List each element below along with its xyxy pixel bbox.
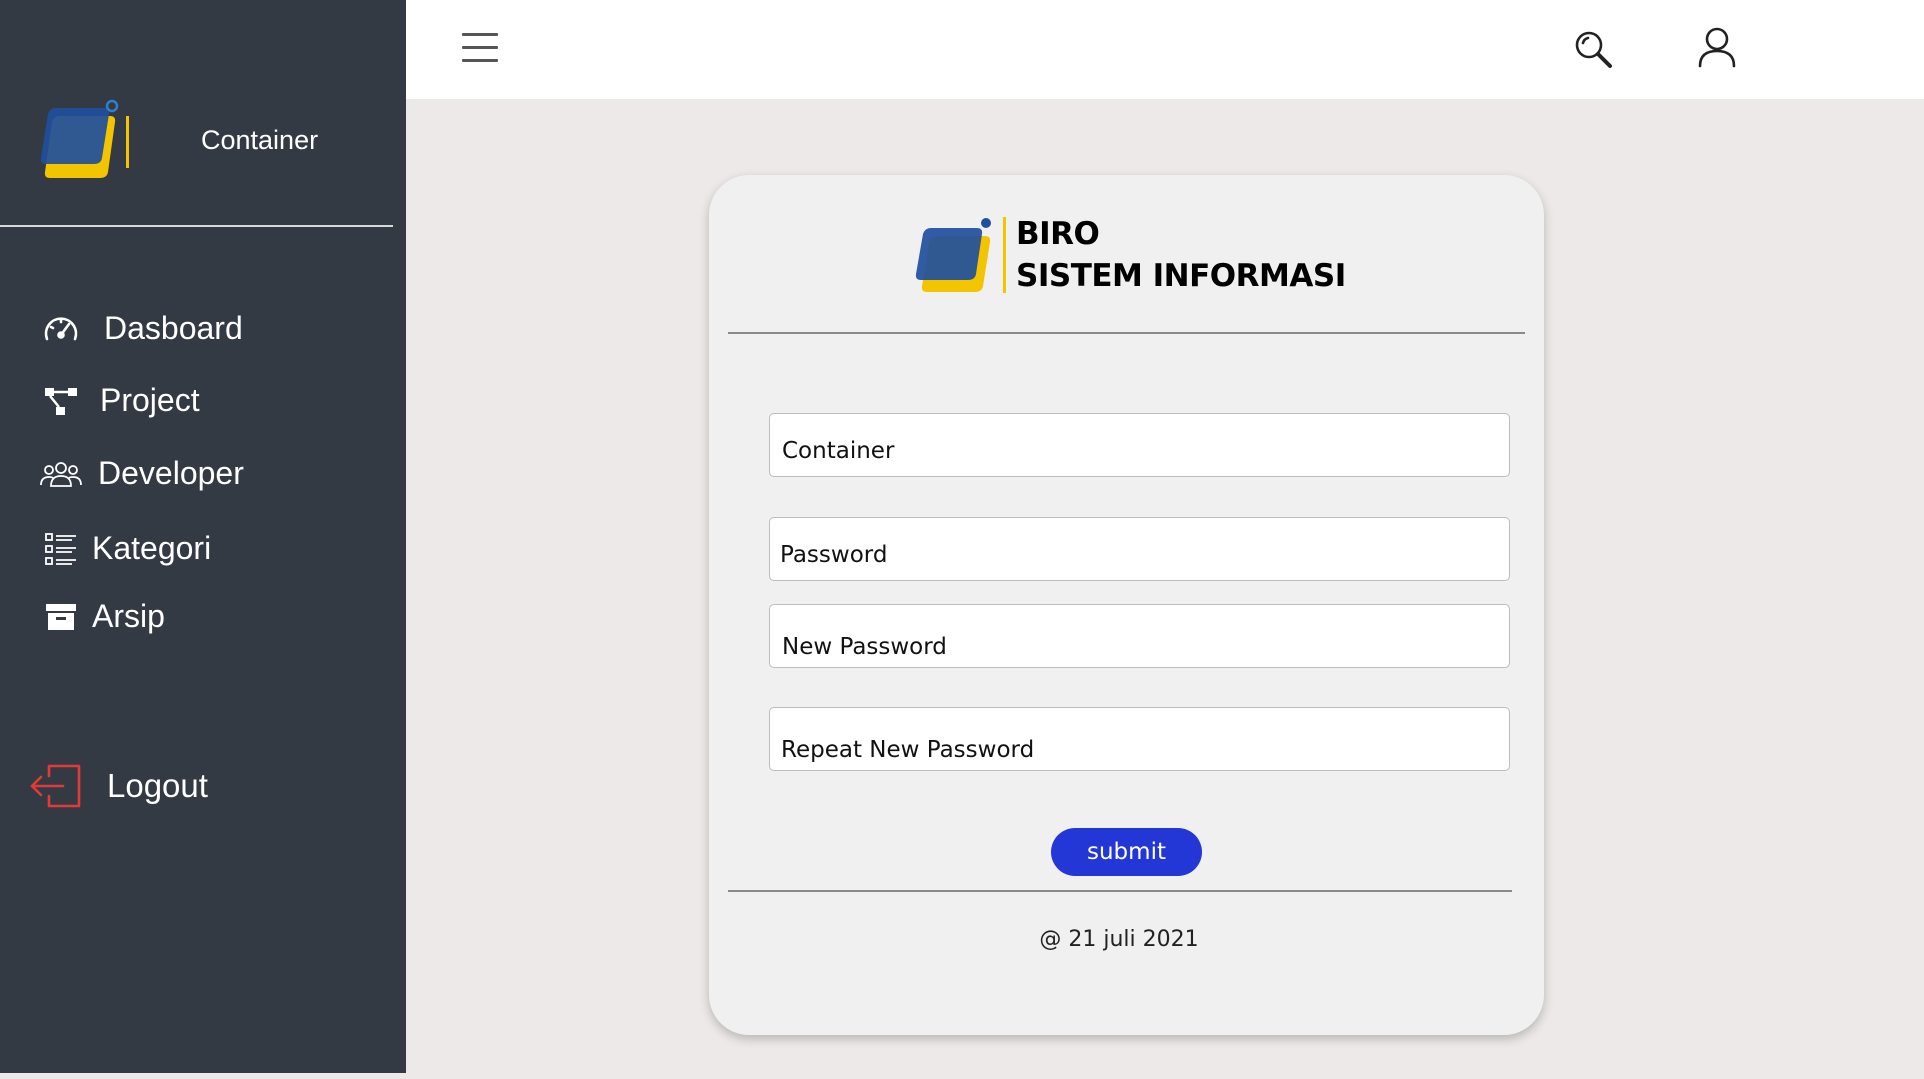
username-input[interactable] xyxy=(770,414,1509,476)
sidebar-item-label: Project xyxy=(100,382,200,418)
hamburger-icon[interactable] xyxy=(462,33,498,65)
app-logo xyxy=(40,98,129,182)
sidebar-item-label: Arsip xyxy=(92,598,165,634)
repeat-password-field[interactable] xyxy=(769,707,1510,771)
footer-date: @ 21 juli 2021 xyxy=(1039,927,1199,952)
speedometer-icon xyxy=(40,311,82,347)
user-icon[interactable] xyxy=(1697,26,1737,68)
sidebar-item-label: Dasboard xyxy=(104,310,243,346)
sidebar-item-label: Developer xyxy=(98,455,244,491)
repeat-password-input[interactable] xyxy=(770,708,1509,770)
sidebar-item-dasboard[interactable]: Dasboard xyxy=(40,310,243,347)
username-field[interactable] xyxy=(769,413,1510,477)
sidebar-item-project[interactable]: Project xyxy=(40,382,200,419)
sidebar-item-arsip[interactable]: Arsip xyxy=(40,598,165,635)
sidebar-item-kategori[interactable]: Kategori xyxy=(40,530,211,567)
sidebar: Container Dasboard Project Developer Kat… xyxy=(0,0,406,1073)
card-title-line2: SISTEM INFORMASI xyxy=(1016,258,1346,294)
logout-button[interactable]: Logout xyxy=(28,762,208,810)
topbar xyxy=(406,0,1924,99)
biro-logo xyxy=(915,216,993,294)
list-icon xyxy=(40,531,82,567)
card-title: BIRO SISTEM INFORMASI xyxy=(1016,213,1346,297)
new-password-field[interactable] xyxy=(769,604,1510,668)
search-icon[interactable] xyxy=(1572,28,1614,70)
card-footer-divider xyxy=(728,890,1512,892)
sidebar-item-label: Kategori xyxy=(92,530,212,566)
change-password-card: BIRO SISTEM INFORMASI submit @ 21 juli 2… xyxy=(709,175,1544,1035)
archive-box-icon xyxy=(40,599,82,635)
users-group-icon xyxy=(40,456,82,492)
new-password-input[interactable] xyxy=(770,605,1509,667)
sidebar-item-developer[interactable]: Developer xyxy=(40,455,244,492)
brand-divider xyxy=(1003,217,1006,293)
logout-icon xyxy=(28,762,84,810)
sidebar-brand[interactable]: Container xyxy=(40,98,380,182)
submit-button[interactable]: submit xyxy=(1051,828,1202,876)
brand-label: Container xyxy=(201,124,319,155)
logout-label: Logout xyxy=(107,767,208,804)
card-brand: BIRO SISTEM INFORMASI xyxy=(915,215,1346,295)
sidebar-divider xyxy=(0,225,393,227)
card-header-divider xyxy=(728,332,1525,334)
hierarchy-icon xyxy=(40,383,82,419)
password-input[interactable] xyxy=(770,518,1509,580)
password-field[interactable] xyxy=(769,517,1510,581)
card-title-line1: BIRO xyxy=(1016,216,1100,252)
